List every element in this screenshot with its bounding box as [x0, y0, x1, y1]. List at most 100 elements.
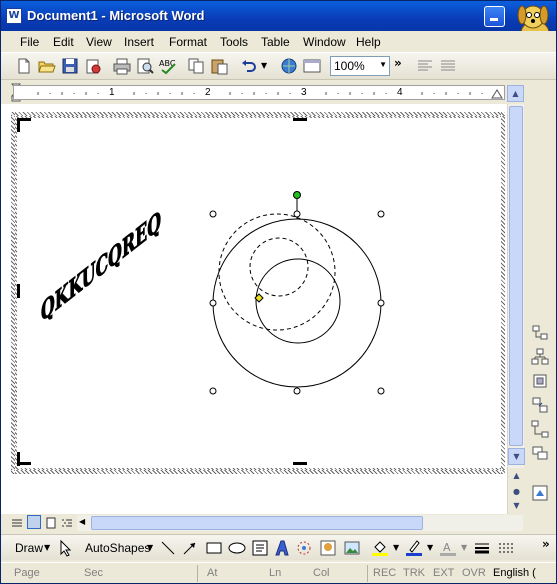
org-select-icon[interactable]	[531, 372, 549, 390]
document-area[interactable]: QKKUCQREQ	[1, 104, 507, 514]
new-icon[interactable]	[14, 57, 34, 75]
minimize-button[interactable]	[484, 6, 505, 27]
arrow-tool-icon[interactable]	[181, 539, 199, 557]
right-indent-marker-icon[interactable]	[491, 87, 503, 99]
resize-handle-ne[interactable]	[377, 210, 385, 218]
status-ext[interactable]: EXT	[433, 567, 454, 579]
draw-dropdown-icon[interactable]: ▼	[44, 543, 50, 552]
diagram-tool-icon[interactable]	[295, 539, 313, 557]
menu-file[interactable]: File	[20, 35, 39, 49]
undo-dropdown-icon[interactable]: ▼	[261, 61, 267, 70]
clip-art-icon[interactable]	[319, 539, 337, 557]
word-app-icon[interactable]: W	[6, 8, 22, 24]
canvas-handle-top[interactable]	[293, 118, 307, 121]
align-left-icon[interactable]	[415, 57, 435, 75]
org-autoformat-icon[interactable]	[531, 484, 549, 502]
print-icon[interactable]	[112, 57, 132, 75]
canvas-handle-left[interactable]	[17, 284, 20, 298]
status-rec[interactable]: REC	[373, 567, 396, 579]
status-trk[interactable]: TRK	[403, 567, 425, 579]
word-window: W Document1 - Microsoft Word File Edit V…	[0, 0, 557, 584]
menu-insert[interactable]: Insert	[124, 35, 154, 49]
select-objects-icon[interactable]	[59, 539, 73, 557]
org-reverse-icon[interactable]	[531, 444, 549, 462]
wordart-text: QKKUCQREQ	[41, 205, 161, 329]
menu-edit[interactable]: Edit	[53, 35, 74, 49]
autoshapes-menu-button[interactable]: AutoShapes	[85, 541, 150, 555]
scroll-left-button[interactable]: ◀	[79, 517, 85, 526]
menu-format[interactable]: Format	[169, 35, 207, 49]
resize-handle-sw[interactable]	[209, 387, 217, 395]
horizontal-scroll-thumb[interactable]	[91, 516, 423, 530]
print-preview-icon[interactable]	[135, 57, 155, 75]
line-tool-icon[interactable]	[159, 539, 177, 557]
copy-icon[interactable]	[186, 57, 206, 75]
open-icon[interactable]	[37, 57, 57, 75]
normal-view-icon[interactable]	[11, 517, 23, 529]
org-layout-icon[interactable]	[531, 348, 549, 366]
save-icon[interactable]	[60, 57, 80, 75]
resize-handle-se[interactable]	[377, 387, 385, 395]
paste-icon[interactable]	[209, 57, 229, 75]
font-color-dropdown-icon[interactable]: ▼	[461, 543, 467, 552]
oval-tool-icon[interactable]	[227, 539, 247, 557]
canvas-handle-tl-v[interactable]	[17, 118, 20, 132]
justify-icon[interactable]	[438, 57, 458, 75]
outline-view-icon[interactable]	[61, 517, 73, 529]
line-color-icon[interactable]	[405, 539, 423, 557]
autoshapes-dropdown-icon[interactable]: ▼	[147, 543, 153, 552]
vertical-scrollbar[interactable]: ▼ ▲ ● ▼	[507, 104, 525, 515]
menu-table[interactable]: Table	[261, 35, 290, 49]
previous-page-button[interactable]: ▲	[508, 468, 525, 485]
insert-picture-icon[interactable]	[343, 539, 361, 557]
textbox-tool-icon[interactable]	[251, 539, 269, 557]
resize-handle-n[interactable]	[293, 210, 301, 218]
canvas-handle-bottom[interactable]	[293, 462, 307, 465]
rectangle-tool-icon[interactable]	[205, 539, 223, 557]
resize-handle-w[interactable]	[209, 299, 217, 307]
line-color-dropdown-icon[interactable]: ▼	[427, 543, 433, 552]
resize-handle-s[interactable]	[293, 387, 301, 395]
next-page-button[interactable]: ▼	[508, 498, 525, 515]
toolbar-options-icon[interactable]: »	[394, 56, 402, 70]
org-move-icon[interactable]	[531, 396, 549, 414]
title-bar[interactable]: W Document1 - Microsoft Word	[1, 1, 556, 31]
wordart-object[interactable]: QKKUCQREQ	[37, 202, 167, 352]
line-style-icon[interactable]	[473, 539, 491, 557]
menu-help[interactable]: Help	[356, 35, 381, 49]
scroll-up-button[interactable]: ▲	[507, 85, 524, 102]
permission-icon[interactable]	[83, 57, 103, 75]
wordart-tool-icon[interactable]	[273, 539, 291, 557]
vertical-scroll-thumb[interactable]	[509, 106, 523, 446]
org-insert-shape-icon[interactable]	[531, 324, 549, 342]
menu-window[interactable]: Window	[303, 35, 346, 49]
drawing-toolbar-options-icon[interactable]: »	[542, 537, 550, 551]
spelling-icon[interactable]: ABC	[158, 57, 178, 75]
table-icon[interactable]	[302, 57, 322, 75]
web-layout-view-icon[interactable]	[27, 515, 41, 529]
horizontal-scrollbar[interactable]: ◀	[77, 515, 523, 531]
ruler-number-4: 4	[397, 87, 403, 98]
dash-style-icon[interactable]	[497, 539, 515, 557]
undo-icon[interactable]	[239, 57, 259, 75]
window-title: Document1 - Microsoft Word	[27, 8, 205, 23]
org-tree-icon[interactable]	[531, 420, 549, 438]
fill-color-icon[interactable]	[371, 539, 389, 557]
canvas-handle-bl-v[interactable]	[17, 452, 20, 466]
scroll-down-button[interactable]: ▼	[508, 448, 525, 465]
hyperlink-icon[interactable]	[279, 57, 299, 75]
menu-tools[interactable]: Tools	[220, 35, 248, 49]
font-color-icon[interactable]: A	[439, 539, 457, 557]
drawing-canvas[interactable]: QKKUCQREQ	[17, 118, 501, 468]
status-ovr[interactable]: OVR	[462, 567, 486, 579]
menu-view[interactable]: View	[86, 35, 112, 49]
resize-handle-nw[interactable]	[209, 210, 217, 218]
rotate-handle[interactable]	[293, 191, 301, 199]
horizontal-ruler[interactable]: 1 2 3 4	[13, 85, 505, 100]
fill-color-dropdown-icon[interactable]: ▼	[393, 543, 399, 552]
resize-handle-e[interactable]	[377, 299, 385, 307]
print-layout-view-icon[interactable]	[45, 517, 57, 529]
zoom-select[interactable]: 100% ▼	[330, 56, 390, 76]
draw-menu-button[interactable]: Draw	[15, 541, 43, 555]
venn-diagram-shape[interactable]	[207, 188, 397, 398]
